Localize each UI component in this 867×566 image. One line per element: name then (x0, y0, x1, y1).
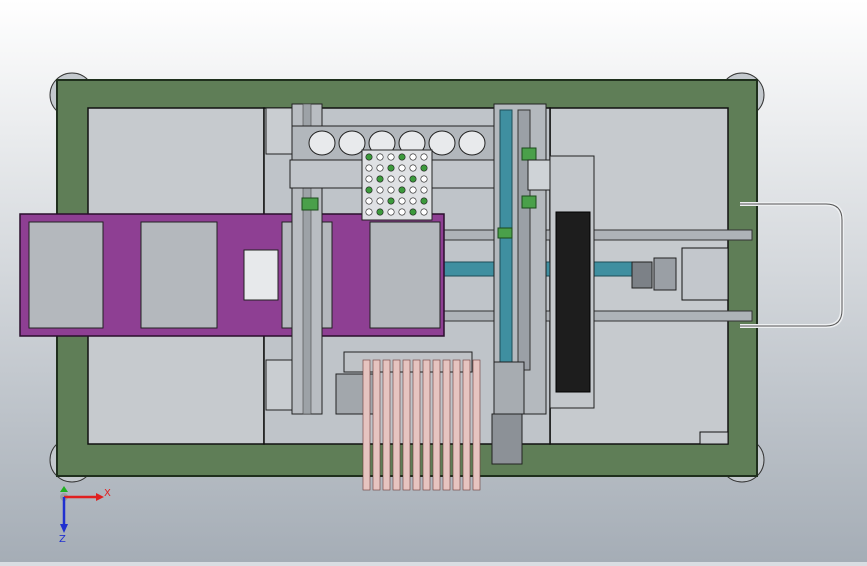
gripper-hole (458, 130, 486, 156)
tray-slot (398, 153, 406, 161)
tray-slot (376, 208, 384, 216)
tray-slot (365, 153, 373, 161)
cad-drawing: X Z (0, 0, 867, 562)
tray-slot (409, 175, 417, 183)
tray-slot (398, 186, 406, 194)
x-axis-label: X (104, 488, 111, 499)
purple-carrier-plate (19, 213, 445, 337)
tray-slot (376, 153, 384, 161)
tray-slot (365, 197, 373, 205)
tray-slot (376, 175, 384, 183)
tray-slot (409, 208, 417, 216)
tray-slot (387, 153, 395, 161)
tray-slot (420, 197, 428, 205)
tray-slot (387, 175, 395, 183)
tray-slot (365, 186, 373, 194)
pink-strip (382, 359, 391, 491)
pink-strip (442, 359, 451, 491)
tray-slot (376, 186, 384, 194)
tray-slot (420, 153, 428, 161)
gripper-hole (338, 130, 366, 156)
right-vertical-rail (491, 103, 547, 465)
tray-slot (420, 175, 428, 183)
tray-slot (376, 197, 384, 205)
pink-strip (412, 359, 421, 491)
tray-slot (365, 175, 373, 183)
tray-slot (365, 164, 373, 172)
gripper-hole (428, 130, 456, 156)
tray-slot (387, 208, 395, 216)
pink-strip (362, 359, 371, 491)
pink-strip (472, 359, 481, 491)
tray-slot (387, 197, 395, 205)
pink-strip (392, 359, 401, 491)
tray-slot (398, 175, 406, 183)
tray-slot (420, 208, 428, 216)
pink-strip (452, 359, 461, 491)
tray-slot (387, 186, 395, 194)
pink-strip (372, 359, 381, 491)
gripper-hole (308, 130, 336, 156)
tray-slot (387, 164, 395, 172)
vertical-motor (491, 413, 523, 465)
tray-slot (365, 208, 373, 216)
pink-strip (402, 359, 411, 491)
tray-slot (409, 197, 417, 205)
panel-notch (699, 431, 729, 445)
tray-slot (420, 186, 428, 194)
tray-slot (409, 164, 417, 172)
tray-slot (398, 164, 406, 172)
tray-slot (409, 186, 417, 194)
z-axis-label: Z (59, 534, 66, 545)
cad-viewport[interactable]: X Z (0, 0, 867, 562)
tray-slot (376, 164, 384, 172)
pink-strip (462, 359, 471, 491)
tray-slot (409, 153, 417, 161)
pink-strip (432, 359, 441, 491)
tray-slot (398, 197, 406, 205)
tray-grid (361, 149, 433, 221)
pink-strip (422, 359, 431, 491)
tray-slot (420, 164, 428, 172)
tray-slot (398, 208, 406, 216)
